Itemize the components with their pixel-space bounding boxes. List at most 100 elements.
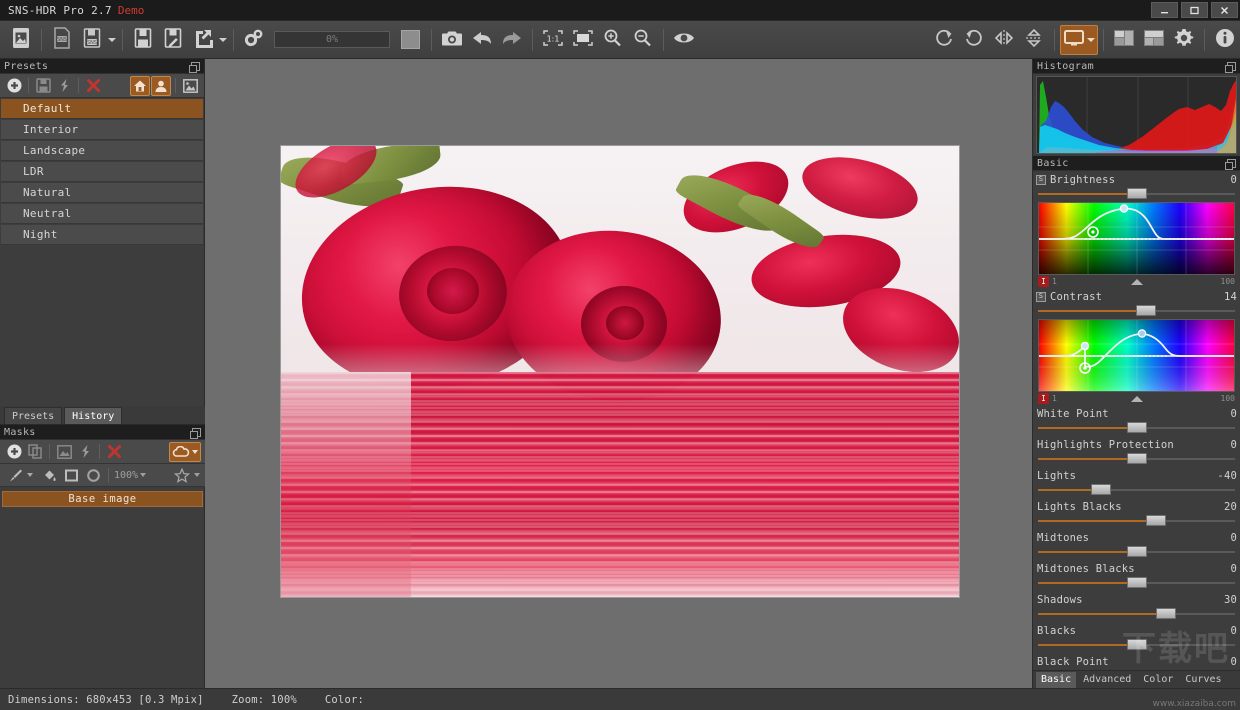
user-presets-toggle[interactable] bbox=[151, 76, 171, 96]
slider-knob[interactable] bbox=[1127, 546, 1147, 557]
undock-icon[interactable] bbox=[1227, 159, 1236, 168]
delete-preset-button[interactable] bbox=[83, 76, 103, 96]
brightness-color-curve[interactable] bbox=[1038, 202, 1235, 275]
export-button[interactable] bbox=[188, 25, 218, 55]
snapshot-button[interactable] bbox=[437, 25, 467, 55]
builtin-presets-toggle[interactable] bbox=[130, 76, 150, 96]
preset-item[interactable]: Interior bbox=[1, 120, 203, 140]
highlights-protection-slider[interactable] bbox=[1038, 453, 1235, 464]
mask-type-caret-icon[interactable] bbox=[192, 450, 198, 454]
slider-knob[interactable] bbox=[1127, 422, 1147, 433]
edit-mask-button[interactable] bbox=[54, 442, 74, 462]
zoom-out-button[interactable] bbox=[628, 25, 658, 55]
tab-advanced[interactable]: Advanced bbox=[1078, 672, 1136, 688]
slider-knob[interactable] bbox=[1136, 305, 1156, 316]
slider-knob[interactable] bbox=[1146, 515, 1166, 526]
layout-split-right-button[interactable] bbox=[1139, 25, 1169, 55]
tab-basic[interactable]: Basic bbox=[1036, 672, 1076, 688]
close-button[interactable] bbox=[1211, 2, 1238, 18]
zoom-in-button[interactable] bbox=[598, 25, 628, 55]
white-point-slider[interactable] bbox=[1038, 422, 1235, 433]
rotate-ccw-button[interactable] bbox=[959, 25, 989, 55]
apply-preset-button[interactable] bbox=[54, 76, 74, 96]
slider-knob[interactable] bbox=[1127, 188, 1147, 199]
tab-curves[interactable]: Curves bbox=[1180, 672, 1226, 688]
opacity-selector[interactable]: 100% bbox=[114, 470, 146, 481]
undock-icon[interactable] bbox=[192, 428, 201, 437]
opacity-caret-icon[interactable] bbox=[140, 473, 146, 477]
save-sns-button[interactable]: SNS bbox=[77, 25, 107, 55]
curve-reset-badge[interactable]: I bbox=[1038, 276, 1049, 287]
slider-knob[interactable] bbox=[1127, 453, 1147, 464]
ellipse-tool-button[interactable] bbox=[83, 465, 103, 485]
preview-image[interactable] bbox=[280, 145, 960, 598]
save-sns-caret-icon[interactable] bbox=[107, 25, 117, 55]
lights-slider[interactable] bbox=[1038, 484, 1235, 495]
curve-position-marker[interactable] bbox=[1131, 396, 1143, 402]
rotate-cw-button[interactable] bbox=[929, 25, 959, 55]
image-canvas-area[interactable] bbox=[205, 59, 1032, 688]
save-preset-button[interactable] bbox=[33, 76, 53, 96]
shadows-slider[interactable] bbox=[1038, 608, 1235, 619]
duplicate-mask-button[interactable] bbox=[25, 442, 45, 462]
slider-knob[interactable] bbox=[1091, 484, 1111, 495]
minimize-button[interactable] bbox=[1151, 2, 1178, 18]
preset-item[interactable]: Neutral bbox=[1, 204, 203, 224]
save-button[interactable] bbox=[128, 25, 158, 55]
display-mode-button[interactable] bbox=[1060, 25, 1098, 55]
preview-eye-button[interactable] bbox=[669, 25, 699, 55]
brush-tool-button[interactable] bbox=[5, 465, 25, 485]
undock-icon[interactable] bbox=[1227, 62, 1236, 71]
fit-to-window-button[interactable] bbox=[568, 25, 598, 55]
preset-item[interactable]: LDR bbox=[1, 162, 203, 182]
undo-button[interactable] bbox=[467, 25, 497, 55]
brightness-slider[interactable] bbox=[1038, 188, 1235, 199]
rectangle-tool-button[interactable] bbox=[61, 465, 81, 485]
zoom-1-1-button[interactable]: 1:1 bbox=[538, 25, 568, 55]
midtones-slider[interactable] bbox=[1038, 546, 1235, 557]
tone-curve-icon[interactable]: S bbox=[1036, 292, 1046, 302]
brush-caret-icon[interactable] bbox=[27, 473, 33, 477]
open-sns-button[interactable]: SNS bbox=[47, 25, 77, 55]
tone-curve-icon[interactable]: S bbox=[1036, 175, 1046, 185]
contrast-color-curve[interactable] bbox=[1038, 319, 1235, 392]
stop-square-icon[interactable] bbox=[401, 30, 420, 49]
favorites-button[interactable] bbox=[172, 465, 192, 485]
midtones-blacks-slider[interactable] bbox=[1038, 577, 1235, 588]
preset-item[interactable]: Night bbox=[1, 225, 203, 245]
base-image-layer[interactable]: Base image bbox=[2, 491, 203, 507]
export-caret-icon[interactable] bbox=[218, 25, 228, 55]
preset-item[interactable]: Landscape bbox=[1, 141, 203, 161]
undock-icon[interactable] bbox=[191, 62, 200, 71]
save-as-button[interactable] bbox=[158, 25, 188, 55]
display-mode-caret-icon[interactable] bbox=[1087, 38, 1095, 42]
slider-knob[interactable] bbox=[1156, 608, 1176, 619]
refresh-mask-button[interactable] bbox=[75, 442, 95, 462]
flip-horizontal-button[interactable] bbox=[989, 25, 1019, 55]
preset-thumbnails-toggle[interactable] bbox=[180, 76, 200, 96]
preferences-button[interactable] bbox=[239, 25, 269, 55]
slider-knob[interactable] bbox=[1127, 577, 1147, 588]
tab-history[interactable]: History bbox=[64, 407, 122, 424]
curve-reset-badge[interactable]: I bbox=[1038, 393, 1049, 404]
favorites-caret-icon[interactable] bbox=[194, 473, 200, 477]
fill-tool-button[interactable] bbox=[39, 465, 59, 485]
mask-type-button[interactable] bbox=[169, 442, 201, 462]
delete-mask-button[interactable] bbox=[104, 442, 124, 462]
about-button[interactable] bbox=[1210, 25, 1240, 55]
preset-item[interactable]: Natural bbox=[1, 183, 203, 203]
layout-split-left-button[interactable] bbox=[1109, 25, 1139, 55]
contrast-slider[interactable] bbox=[1038, 305, 1235, 316]
tab-presets[interactable]: Presets bbox=[4, 407, 62, 424]
redo-button[interactable] bbox=[497, 25, 527, 55]
tab-color[interactable]: Color bbox=[1138, 672, 1178, 688]
add-preset-button[interactable] bbox=[4, 76, 24, 96]
curve-position-marker[interactable] bbox=[1131, 279, 1143, 285]
preset-item[interactable]: Default bbox=[1, 99, 203, 119]
settings-button[interactable] bbox=[1169, 25, 1199, 55]
add-mask-button[interactable] bbox=[4, 442, 24, 462]
maximize-button[interactable] bbox=[1181, 2, 1208, 18]
lights-blacks-slider[interactable] bbox=[1038, 515, 1235, 526]
open-image-button[interactable] bbox=[6, 25, 36, 55]
flip-vertical-button[interactable] bbox=[1019, 25, 1049, 55]
